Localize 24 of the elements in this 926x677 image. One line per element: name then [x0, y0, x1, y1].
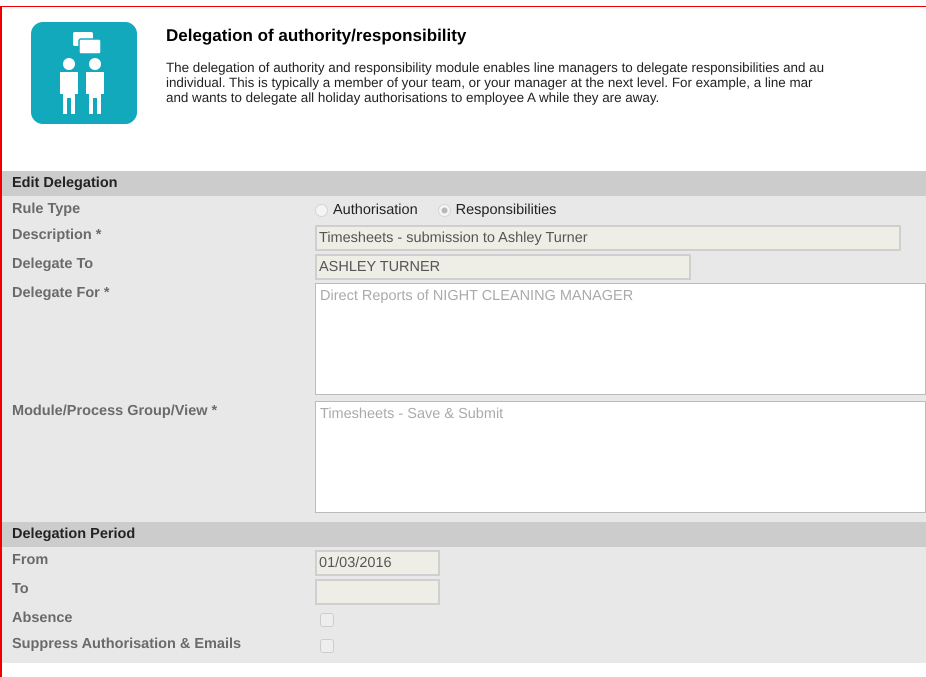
- checkbox[interactable]: [320, 613, 334, 627]
- checkbox[interactable]: [320, 639, 334, 653]
- field-label: To: [12, 581, 29, 597]
- field-label: Suppress Authorisation & Emails: [12, 636, 242, 652]
- field-label: From: [12, 552, 48, 568]
- people-chat-icon: [31, 22, 137, 124]
- date-field[interactable]: [315, 579, 440, 605]
- date-field[interactable]: 01/03/2016: [315, 550, 440, 576]
- module-description: The delegation of authority and responsibility module enables line managers to delegate responsibilities and au individual. This is typically a member of your team, or your manager at the next level. For example, a line mar and wants to delegate all holiday authorisations to employee A while they are away.: [166, 60, 824, 105]
- field-label: Delegate For *: [12, 285, 110, 301]
- section-header: Delegation Period: [2, 522, 926, 547]
- field-label: Rule Type: [12, 201, 80, 217]
- radio-button[interactable]: [438, 204, 451, 216]
- text-field[interactable]: ASHLEY TURNER: [315, 254, 691, 280]
- field-label: Absence: [12, 610, 72, 626]
- radio-label: Responsibilities: [456, 202, 556, 218]
- field-label: Description *: [12, 227, 102, 243]
- field-label: Module/Process Group/View *: [12, 403, 218, 419]
- radio-button[interactable]: [315, 204, 328, 216]
- page-title: Delegation of authority/responsibility: [166, 26, 466, 46]
- field-label: Delegate To: [12, 256, 94, 272]
- text-field[interactable]: Timesheets - submission to Ashley Turner: [315, 225, 901, 251]
- radio-label: Authorisation: [333, 202, 418, 218]
- section-header: Edit Delegation: [2, 171, 926, 196]
